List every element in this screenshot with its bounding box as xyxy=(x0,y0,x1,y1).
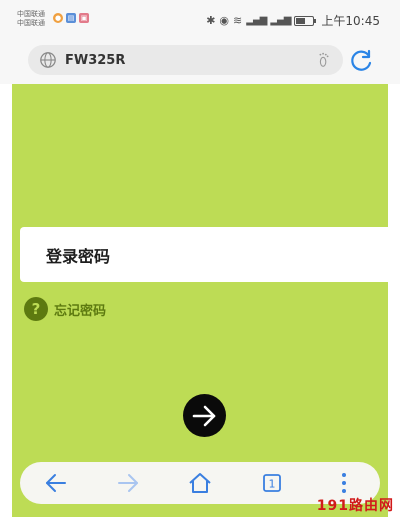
password-input[interactable]: 登录密码 xyxy=(20,227,390,282)
footprint-icon[interactable] xyxy=(315,51,333,69)
url-text: FW325R xyxy=(65,52,126,68)
clock: 上午10:45 xyxy=(321,14,380,28)
wifi-icon: ≋ xyxy=(233,14,243,27)
tabs-icon: 1 xyxy=(263,474,281,492)
tabs-button[interactable]: 1 xyxy=(252,463,292,503)
forgot-password-link[interactable]: ? 忘记密码 xyxy=(24,297,106,321)
notification-app-icon: ▤ xyxy=(66,13,76,23)
login-submit-button[interactable] xyxy=(183,394,226,437)
arrow-left-icon xyxy=(46,474,66,492)
signal-icon: ▂▄▆ xyxy=(246,15,267,26)
battery-icon xyxy=(294,15,317,26)
browser-address-bar: FW325R xyxy=(0,40,400,84)
carrier-line-2: 中国联通 xyxy=(17,19,45,27)
carrier-info: 中国联通 中国联通 xyxy=(17,10,45,28)
status-bar: 中国联通 中国联通 ● ▤ ▣ ✱ ◉ ≋ ▂▄▆ ▂▄▆ 上午10:45 xyxy=(0,0,400,40)
carrier-line-1: 中国联通 xyxy=(17,10,45,18)
notification-icons: ● ▤ ▣ xyxy=(53,13,89,23)
notification-app-icon: ▣ xyxy=(79,13,89,23)
bluetooth-icon: ✱ xyxy=(206,14,216,27)
arrow-right-icon xyxy=(118,474,138,492)
home-button[interactable] xyxy=(180,463,220,503)
forward-button[interactable] xyxy=(108,463,148,503)
back-button[interactable] xyxy=(36,463,76,503)
question-icon: ? xyxy=(24,297,48,321)
login-page: 登录密码 ? 忘记密码 xyxy=(12,84,390,517)
refresh-icon[interactable] xyxy=(348,48,374,74)
watermark: 191路由网 xyxy=(316,498,394,514)
eye-icon: ◉ xyxy=(219,14,230,27)
arrow-right-icon xyxy=(192,405,215,426)
signal-icon: ▂▄▆ xyxy=(270,15,291,26)
url-field[interactable]: FW325R xyxy=(28,45,343,75)
globe-icon xyxy=(40,52,56,68)
home-icon xyxy=(189,473,211,493)
password-placeholder: 登录密码 xyxy=(46,246,111,266)
svg-text:1: 1 xyxy=(269,478,276,491)
more-vertical-icon xyxy=(342,473,346,493)
status-indicators: ✱ ◉ ≋ ▂▄▆ ▂▄▆ 上午10:45 xyxy=(206,12,380,29)
forgot-password-label: 忘记密码 xyxy=(54,303,107,319)
notification-app-icon: ● xyxy=(53,13,63,23)
